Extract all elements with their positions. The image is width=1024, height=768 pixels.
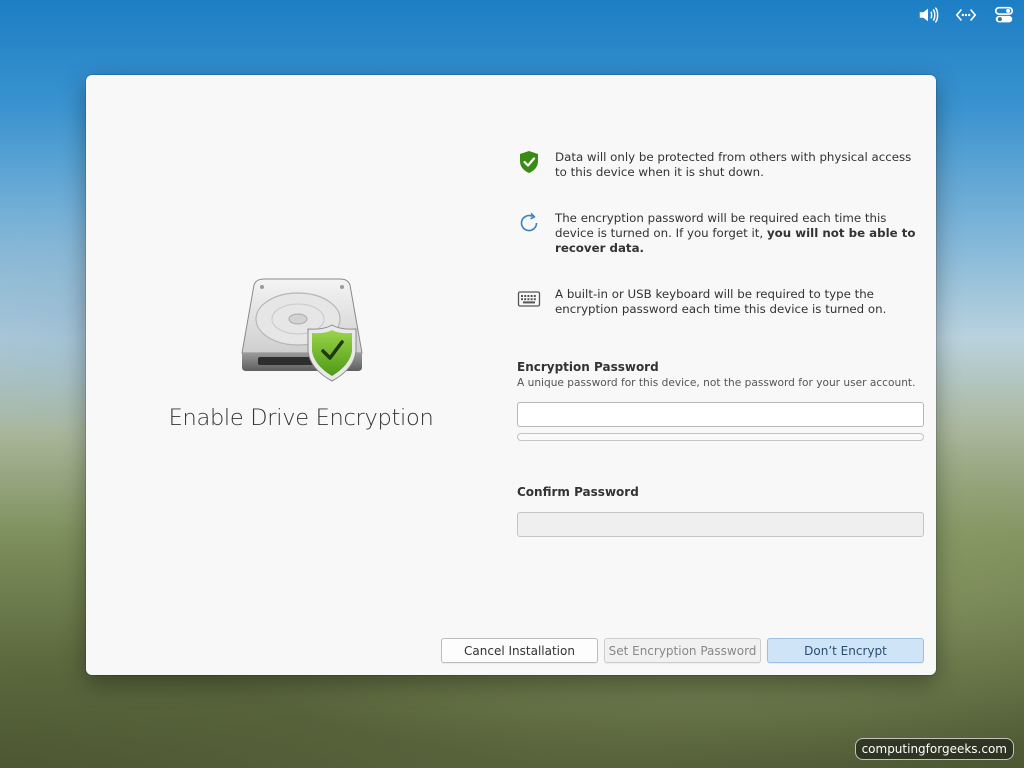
encryption-password-title: Encryption Password [517,360,659,374]
info-row-password-required: The encryption password will be required… [517,211,917,256]
top-panel [916,0,1024,30]
refresh-icon [517,211,541,235]
encryption-password-hint: A unique password for this device, not t… [517,377,916,389]
shield-check-icon [517,150,541,174]
cancel-installation-button[interactable]: Cancel Installation [441,638,598,663]
hero: Enable Drive Encryption [86,275,516,431]
confirm-password-input[interactable] [517,512,924,537]
info-text: Data will only be protected from others … [555,150,912,179]
volume-icon[interactable] [916,3,940,27]
hard-drive-shield-icon [236,275,366,387]
confirm-password-title: Confirm Password [517,485,639,499]
info-text: The encryption password will be required… [555,211,917,256]
info-row-physical-access: Data will only be protected from others … [517,150,917,180]
info-row-keyboard: A built-in or USB keyboard will be requi… [517,287,917,317]
network-icon[interactable] [954,3,978,27]
encryption-password-input[interactable] [517,402,924,427]
dont-encrypt-button[interactable]: Don’t Encrypt [767,638,924,663]
installer-window: Enable Drive Encryption Data will only b… [86,75,936,675]
info-text: A built-in or USB keyboard will be requi… [555,287,887,316]
system-settings-icon[interactable] [992,3,1016,27]
page-title: Enable Drive Encryption [168,405,434,431]
watermark: computingforgeeks.com [854,738,1014,760]
keyboard-icon [517,287,541,311]
password-strength-bar [517,433,924,441]
set-encryption-password-button[interactable]: Set Encryption Password [604,638,761,663]
